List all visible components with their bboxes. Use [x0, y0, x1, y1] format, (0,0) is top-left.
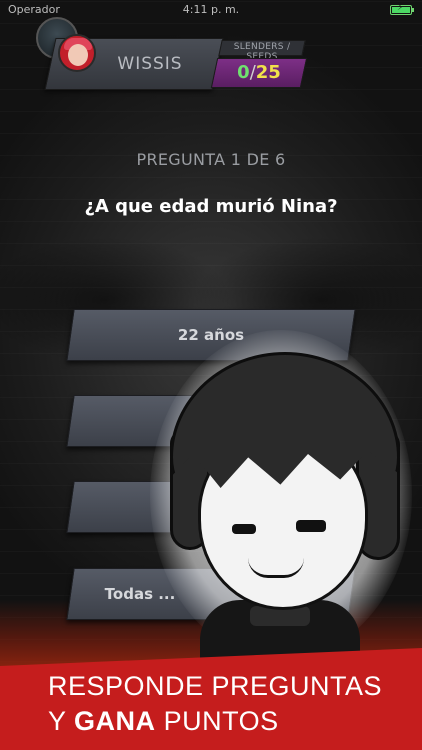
promo-line-2-suffix: PUNTOS [163, 706, 279, 736]
score-current: 0 [237, 62, 250, 83]
score-total: 25 [255, 62, 281, 83]
score-value: 0/25 [214, 62, 304, 83]
promo-line-2-prefix: Y [48, 706, 67, 736]
character-eye-right [296, 520, 326, 532]
player-avatar[interactable] [58, 34, 96, 72]
question-text: ¿A que edad murió Nina? [84, 196, 338, 217]
battery-icon: ⚡ [390, 3, 414, 15]
promo-line-2-bold: GANA [74, 706, 156, 736]
question-counter: PREGUNTA 1 DE 6 [136, 150, 286, 169]
promo-line-2: Y GANA PUNTOS [48, 706, 279, 737]
clock-label: 4:11 p. m. [182, 3, 240, 16]
character-eye-left [232, 524, 256, 534]
username-label: WISSIS [117, 54, 183, 74]
promo-line-1: RESPONDE PREGUNTAS [48, 671, 383, 701]
